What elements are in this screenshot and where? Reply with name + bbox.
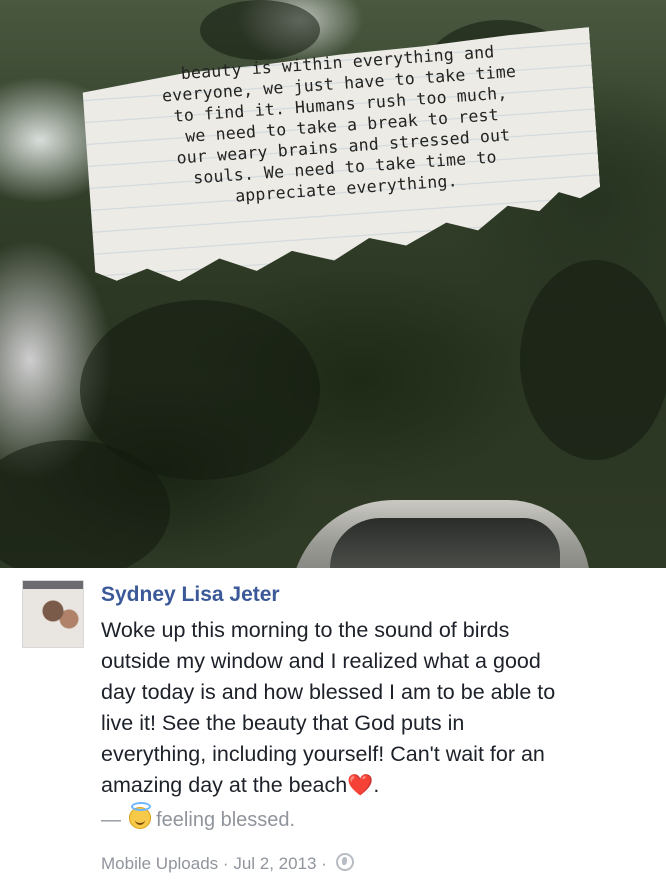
feeling-text: feeling blessed. (156, 809, 296, 831)
post-text-punct: . (373, 773, 380, 797)
post-text-line: day today is and how blessed I am to be … (101, 680, 556, 704)
globe-icon[interactable] (335, 853, 354, 871)
heart-icon: ❤️ (347, 774, 374, 797)
feeling-activity: — feeling blessed. (101, 802, 296, 832)
post-text-line: amazing day at the beach❤️. (101, 770, 649, 801)
post-card: Sydney Lisa Jeter Woke up this morning t… (0, 568, 666, 888)
post-text-fragment: amazing day at the beach (101, 773, 348, 797)
author-name-link[interactable]: Sydney Lisa Jeter (101, 583, 280, 607)
foliage-shape (520, 260, 666, 460)
post-photo[interactable]: beauty is within everything and everyone… (0, 0, 666, 568)
car-window (330, 518, 560, 568)
meta-separator: · (321, 854, 327, 873)
post-text-line: Woke up this morning to the sound of bir… (101, 618, 510, 642)
post-meta: Mobile Uploads · Jul 2, 2013 · (101, 853, 354, 874)
post-date-link[interactable]: Jul 2, 2013 (233, 854, 316, 873)
post-text-line: outside my window and I realized what a … (101, 649, 541, 673)
meta-separator: · (222, 854, 229, 873)
post-text-line: everything, including yourself! Can't wa… (101, 742, 545, 766)
post-text: Woke up this morning to the sound of bir… (101, 615, 649, 801)
avatar[interactable] (22, 580, 84, 648)
post-text-line: live it! See the beauty that God puts in (101, 711, 465, 735)
album-link[interactable]: Mobile Uploads (101, 854, 218, 873)
foliage-shape (200, 0, 320, 60)
feeling-dash: — (101, 809, 121, 831)
smiling-face-with-halo-icon (128, 802, 151, 829)
